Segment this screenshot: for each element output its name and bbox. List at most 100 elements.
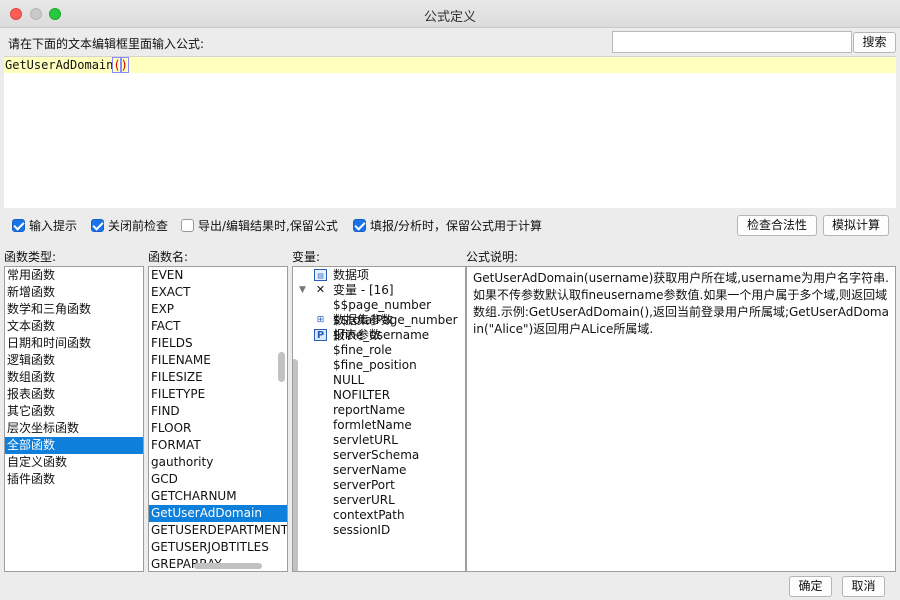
title-bar: 公式定义 [0,0,900,28]
option-label: 输入提示 [29,219,78,233]
variable-item[interactable]: $fine_role [293,343,465,358]
tree-node-label: 变量 - [16] [333,283,394,297]
func-name-item[interactable]: EXP [149,301,287,318]
search-input[interactable] [612,31,852,53]
func-name-scrollbar[interactable] [278,352,285,382]
variable-item-label: contextPath [333,508,405,522]
func-name-item[interactable]: gauthority [149,454,287,471]
variable-item[interactable]: servletURL [293,433,465,448]
func-type-item[interactable]: 层次坐标函数 [5,420,143,437]
func-name-item[interactable]: FILESIZE [149,369,287,386]
variable-item[interactable]: serverName [293,463,465,478]
variable-item[interactable]: $$page_number [293,298,465,313]
cancel-button[interactable]: 取消 [842,576,885,597]
variable-item-label: serverName [333,463,407,477]
variable-item-label: serverPort [333,478,395,492]
func-name-item[interactable]: EVEN [149,267,287,284]
formula-line[interactable]: GetUserAdDomain() [4,57,896,73]
func-name-item[interactable]: GETUSERDEPARTMENTS [149,522,287,539]
option-label: 填报/分析时，保留公式用于计算 [370,219,543,233]
func-type-item[interactable]: 日期和时间函数 [5,335,143,352]
func-name-hscrollbar[interactable] [194,563,262,569]
func-name-item[interactable]: GCD [149,471,287,488]
variable-item-label: reportName [333,403,406,417]
option-check-before-close[interactable]: 关闭前检查 [91,218,168,234]
variables-tree[interactable]: ▤ 数据项 ▼ ✕ 变量 - [16] $$page_number $$total… [292,266,466,572]
check-validity-button[interactable]: 检查合法性 [737,215,817,236]
func-name-item[interactable]: FACT [149,318,287,335]
func-type-item[interactable]: 报表函数 [5,386,143,403]
func-name-item[interactable]: FILENAME [149,352,287,369]
func-type-item[interactable]: 其它函数 [5,403,143,420]
func-type-item[interactable]: 全部函数 [5,437,143,454]
option-keep-formula-for-calc[interactable]: 填报/分析时，保留公式用于计算 [353,218,542,234]
window-title: 公式定义 [423,10,476,25]
tree-node-data-items[interactable]: ▤ 数据项 [293,268,465,283]
func-type-list[interactable]: 常用函数 新增函数 数学和三角函数 文本函数 日期和时间函数 逻辑函数 数组函数 报表函数 其它… [4,266,144,572]
func-name-item[interactable]: FILETYPE [149,386,287,403]
option-input-hint[interactable]: 输入提示 [12,218,77,234]
variable-item[interactable]: contextPath [293,508,465,523]
func-name-item[interactable]: FORMAT [149,437,287,454]
variable-item-label: servletURL [333,433,398,447]
variable-item-label: serverSchema [333,448,420,462]
variables-label: 变量: [292,250,321,264]
variable-item[interactable]: NULL [293,373,465,388]
description-label: 公式说明: [466,250,519,264]
variable-item[interactable]: serverSchema [293,448,465,463]
func-type-item[interactable]: 逻辑函数 [5,352,143,369]
variable-item[interactable]: reportName [293,403,465,418]
func-name-item[interactable]: FIND [149,403,287,420]
func-name-list[interactable]: EVEN EXACT EXP FACT FIELDS FILENAME FILESIZE FI… [148,266,288,572]
func-type-label: 函数类型: [4,250,57,264]
formula-function-name: GetUserAdDomain [5,58,114,72]
func-type-item[interactable]: 文本函数 [5,318,143,335]
checkbox-checked-icon[interactable] [353,219,366,232]
tree-node-variables[interactable]: ▼ ✕ 变量 - [16] [293,283,465,298]
formula-description: GetUserAdDomain(username)获取用户所在域,usernam… [466,266,896,572]
checkbox-checked-icon[interactable] [91,219,104,232]
func-name-item[interactable]: FLOOR [149,420,287,437]
simulate-button[interactable]: 模拟计算 [823,215,889,236]
collapse-arrow-icon[interactable]: ▼ [299,283,306,298]
checkbox-unchecked-icon[interactable] [181,219,194,232]
variable-item-label: $fine_role [333,343,392,357]
checkbox-checked-icon[interactable] [12,219,25,232]
func-type-item[interactable]: 新增函数 [5,284,143,301]
tree-node-dataset-params[interactable]: ⊞ 数据集参数 [293,313,465,328]
search-button[interactable]: 搜索 [853,32,896,53]
func-name-item[interactable]: EXACT [149,284,287,301]
editor-prompt: 请在下面的文本编辑框里面输入公式: [8,37,205,51]
variable-item-label: $$page_number [333,298,432,312]
variable-item[interactable]: $fine_position [293,358,465,373]
variables-scrollbar[interactable] [293,359,298,571]
formula-close-paren: ) [119,57,129,73]
func-name-item[interactable]: GETUSERJOBTITLES [149,539,287,556]
ok-button[interactable]: 确定 [789,576,832,597]
tree-node-label: 报表参数 [333,328,382,342]
variable-item-label: formletName [333,418,412,432]
table-icon: ▤ [314,269,327,281]
func-name-item[interactable]: GETCHARNUM [149,488,287,505]
option-keep-formula-on-export[interactable]: 导出/编辑结果时,保留公式 [181,218,338,234]
variable-item[interactable]: NOFILTER [293,388,465,403]
tree-node-report-params[interactable]: P 报表参数 [293,328,465,343]
variable-item[interactable]: serverURL [293,493,465,508]
func-name-item[interactable]: FIELDS [149,335,287,352]
func-type-item[interactable]: 数学和三角函数 [5,301,143,318]
variable-item[interactable]: serverPort [293,478,465,493]
func-type-item[interactable]: 常用函数 [5,267,143,284]
variable-item[interactable]: sessionID [293,523,465,538]
formula-open-paren: ( [112,57,122,73]
variable-item-label: NOFILTER [333,388,391,402]
func-name-item[interactable]: GetUserAdDomain [149,505,287,522]
func-type-item[interactable]: 数组函数 [5,369,143,386]
variable-item[interactable]: formletName [293,418,465,433]
option-label: 关闭前检查 [108,219,169,233]
func-type-item[interactable]: 自定义函数 [5,454,143,471]
func-type-item[interactable]: 插件函数 [5,471,143,488]
dataset-param-icon: ⊞ [316,315,325,325]
tree-node-label: 数据项 [333,268,370,282]
description-text: GetUserAdDomain(username)获取用户所在域,usernam… [473,271,889,336]
formula-editor[interactable]: GetUserAdDomain() [4,56,896,208]
